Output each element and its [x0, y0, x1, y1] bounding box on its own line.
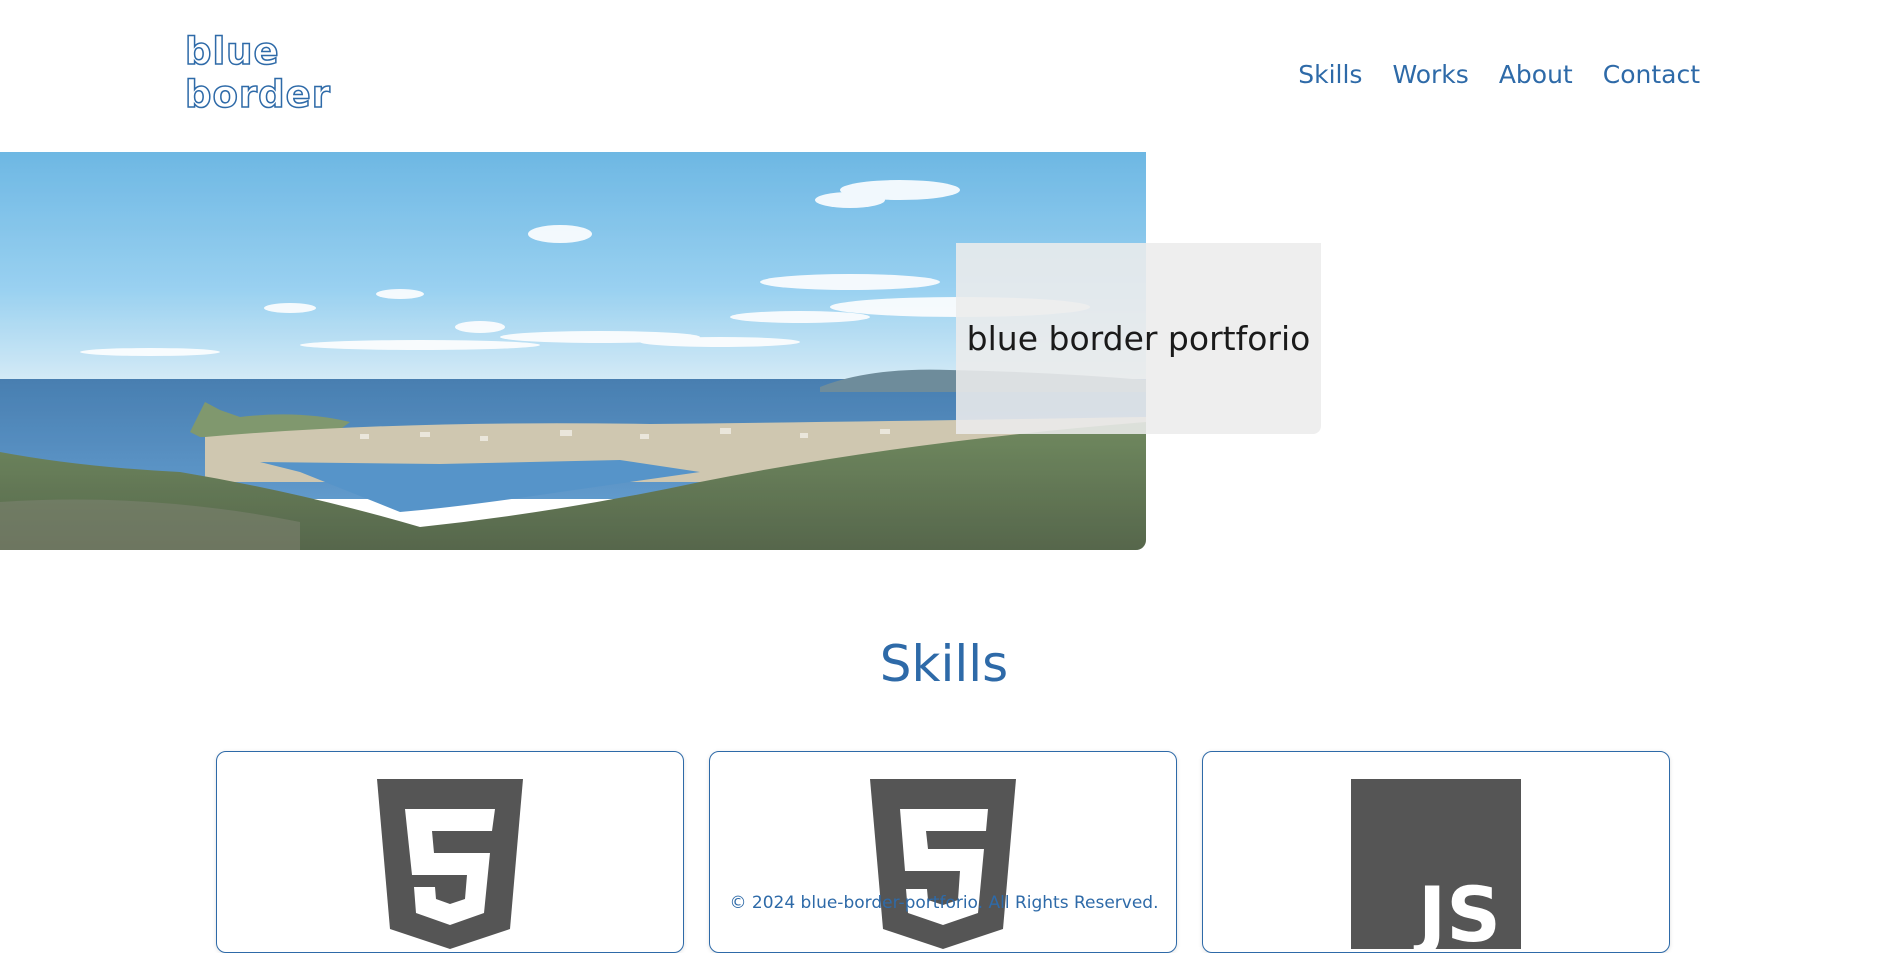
- javascript-icon: JS: [1351, 779, 1521, 949]
- logo-line-2: border: [184, 72, 331, 117]
- hero-caption: blue border portforio: [966, 319, 1311, 358]
- site-logo[interactable]: blue border: [184, 29, 331, 117]
- nav-link-skills[interactable]: Skills: [1298, 58, 1362, 92]
- css3-icon: [870, 779, 1016, 949]
- skill-card-css3: [709, 751, 1177, 953]
- footer-copyright: © 2024 blue-border-portforio. All Rights…: [729, 893, 1159, 913]
- nav-link-contact[interactable]: Contact: [1603, 58, 1700, 92]
- skills-title: Skills: [879, 635, 1009, 693]
- html5-icon: [377, 779, 523, 949]
- skill-card-html5: [216, 751, 684, 953]
- skill-card-javascript: JS: [1202, 751, 1670, 953]
- nav-link-works[interactable]: Works: [1392, 58, 1468, 92]
- nav-link-about[interactable]: About: [1499, 58, 1573, 92]
- hero-caption-box: blue border portforio: [956, 243, 1321, 434]
- main-nav: Skills Works About Contact: [1298, 58, 1700, 92]
- logo-line-1: blue: [184, 29, 280, 74]
